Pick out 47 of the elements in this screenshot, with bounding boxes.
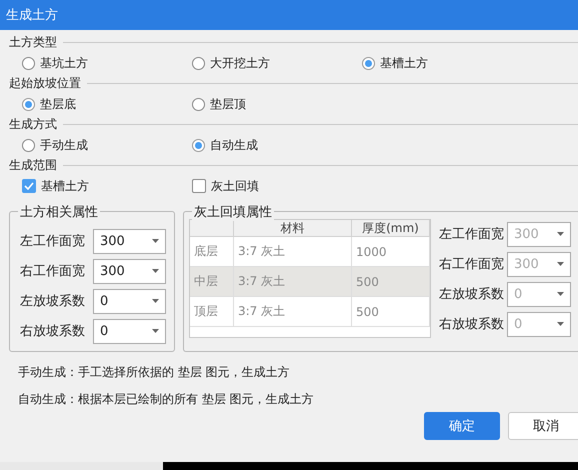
section-heading: 生成方式 — [9, 116, 57, 133]
radio-option[interactable]: 手动生成 — [22, 136, 192, 154]
row-header[interactable]: 顶层 — [190, 297, 234, 327]
dropdown-caret-icon — [557, 232, 564, 236]
field-label: 左工作面宽 — [20, 233, 86, 250]
dropdown-caret-icon — [152, 329, 159, 333]
dropdown-field[interactable]: 0 — [92, 318, 166, 344]
dropdown-caret-icon — [557, 322, 564, 326]
cancel-button[interactable]: 取消 — [508, 412, 578, 440]
hint-text: 自动生成：根据本层已绘制的所有 垫层 图元，生成土方 — [18, 391, 315, 408]
dropdown-caret-icon — [557, 292, 564, 296]
table-cell: 3:7 灰土 — [234, 297, 352, 327]
radio-option[interactable]: 基坑土方 — [22, 54, 192, 72]
radio-option[interactable]: 自动生成 — [192, 136, 258, 154]
field-label: 左放坡系数 — [439, 286, 505, 303]
field-label: 右放坡系数 — [20, 323, 86, 340]
radio-option[interactable]: 垫层顶 — [192, 96, 246, 112]
section-heading: 生成范围 — [9, 157, 57, 174]
dropdown-field[interactable]: 300 — [92, 228, 166, 254]
field-label: 右工作面宽 — [439, 256, 505, 273]
field-label: 右放坡系数 — [439, 316, 505, 333]
column-header: 厚度(mm) — [352, 220, 430, 237]
column-header: 材料 — [234, 220, 352, 237]
table-cell: 3:7 灰土 — [234, 267, 352, 297]
dropdown-field[interactable]: 300 — [92, 258, 166, 284]
ok-button[interactable]: 确定 — [424, 412, 500, 440]
table-cell: 500 — [352, 297, 430, 327]
field-label: 右工作面宽 — [20, 263, 86, 280]
dropdown-caret-icon — [557, 262, 564, 266]
field-label: 左放坡系数 — [20, 293, 86, 310]
radio-option[interactable]: 基槽土方 — [362, 54, 428, 72]
group-title: 土方相关属性 — [18, 203, 100, 221]
radio-option[interactable]: 垫层底 — [22, 96, 192, 112]
radio-option[interactable]: 大开挖土方 — [192, 54, 362, 72]
window-title: 生成土方 — [0, 0, 578, 30]
section-heading: 土方类型 — [9, 34, 57, 51]
dropdown-field[interactable]: 0 — [92, 288, 166, 314]
hint-text: 手动生成：手工选择所依据的 垫层 图元，生成土方 — [18, 364, 291, 381]
checkbox-option[interactable]: 基槽土方 — [22, 178, 192, 194]
section-heading: 起始放坡位置 — [9, 75, 81, 92]
dropdown-caret-icon — [152, 269, 159, 273]
dropdown-caret-icon — [152, 299, 159, 303]
group-title: 灰土回填属性 — [192, 203, 274, 221]
checkbox-option[interactable]: 灰土回填 — [192, 178, 259, 194]
table-cell: 500 — [352, 267, 430, 297]
field-label: 左工作面宽 — [439, 226, 505, 243]
dropdown-caret-icon — [152, 239, 159, 243]
